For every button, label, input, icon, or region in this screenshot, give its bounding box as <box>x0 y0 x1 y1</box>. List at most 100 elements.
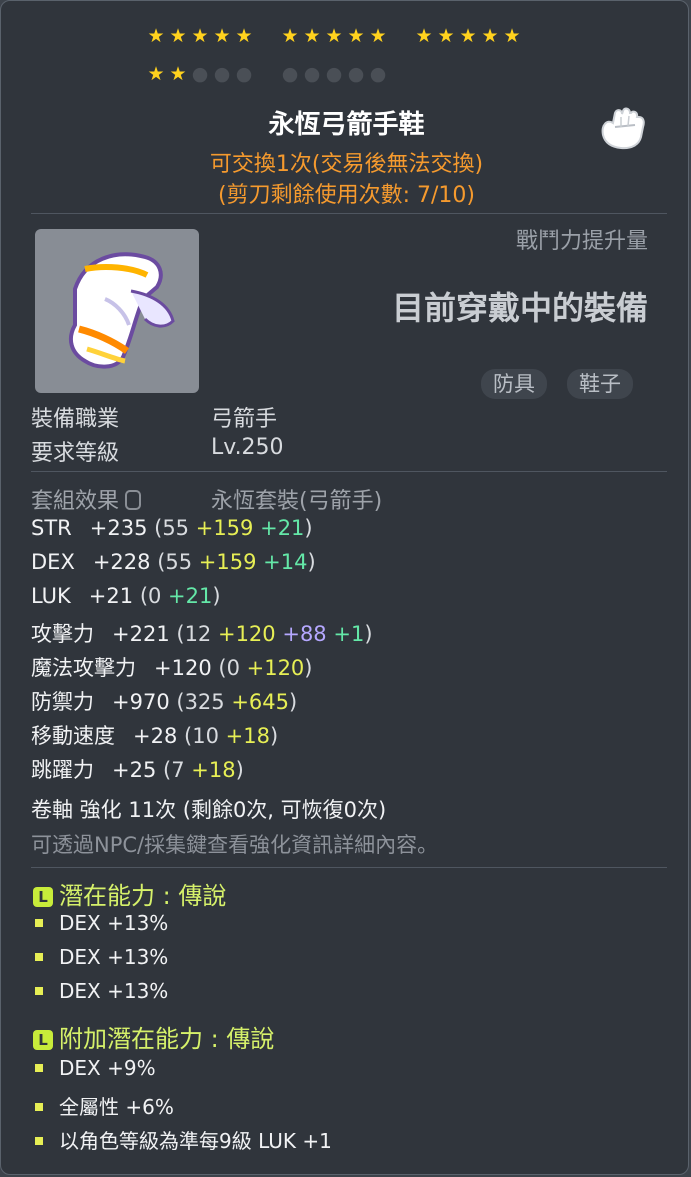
potential-line-text: DEX +13% <box>59 911 169 935</box>
potential-line: DEX +13% <box>35 945 168 969</box>
star-filled-icon: ★ <box>147 63 165 85</box>
bonus-potential-line-text: 以角色等級為準每9級 LUK +1 <box>59 1129 332 1153</box>
stat-breakdown-part: (0 <box>139 584 169 608</box>
stat-total: +970 <box>112 690 170 714</box>
npc-note: 可透過NPC/採集鍵查看強化資訊詳細內容。 <box>31 833 439 857</box>
star-group: ★ ★ ★ ★ ★ <box>147 25 253 47</box>
stat-row: LUK +21 (0 +21) <box>31 584 221 608</box>
tag-shoes: 鞋子 <box>567 369 633 399</box>
stat-row: 跳躍力 +25 (7 +18) <box>31 754 244 784</box>
star-filled-icon: ★ <box>213 25 231 47</box>
potential-line-text: DEX +13% <box>59 979 169 1003</box>
bullet-icon <box>35 1103 43 1111</box>
stat-row: 魔法攻擊力 +120 (0 +120) <box>31 652 313 682</box>
star-filled-icon: ★ <box>147 25 165 47</box>
star-empty-icon: ● <box>325 63 343 85</box>
star-group: ★ ★ ● ● ● <box>147 63 253 85</box>
bonus-potential-line-text: DEX +9% <box>59 1056 156 1080</box>
stat-breakdown-part: +18 <box>191 758 236 782</box>
item-image-frame <box>35 229 199 393</box>
stat-breakdown-part: ) <box>304 656 313 680</box>
stat-breakdown-part: ) <box>307 550 316 574</box>
bonus-potential-line: 全屬性 +6% <box>35 1091 174 1120</box>
bullet-icon <box>35 953 43 961</box>
set-effect-key: 套組效果 <box>31 489 120 514</box>
divider <box>31 867 667 868</box>
requirement-job: 裝備職業 弓箭手 <box>31 401 277 433</box>
potential-line: DEX +13% <box>35 979 168 1003</box>
star-empty-icon: ● <box>303 63 321 85</box>
bonus-potential-title: 附加潛在能力 : 傳說 <box>59 1025 275 1053</box>
item-shoe-icon <box>68 252 175 369</box>
stat-total: +28 <box>133 724 178 748</box>
stat-breakdown-part: ) <box>289 690 298 714</box>
stat-breakdown-part: (325 <box>176 690 232 714</box>
scissor-note: (剪刀剩餘使用次數: 7/10) <box>218 183 475 208</box>
potential-header: L 潛在能力 : 傳說 <box>33 876 226 911</box>
glove-icon[interactable] <box>597 105 651 153</box>
requirement-job-value: 弓箭手 <box>211 407 278 432</box>
stat-breakdown-part: ) <box>212 584 221 608</box>
scroll-upgrade-line: 卷軸 強化 11次 (剩餘0次, 可恢復0次) <box>31 798 387 822</box>
combat-power-label: 戰鬥力提升量 <box>515 229 648 254</box>
star-group: ★ ★ ★ ★ ★ <box>281 27 387 46</box>
potential-title: 潛在能力 : 傳說 <box>59 882 227 910</box>
stat-name: 移動速度 <box>31 724 115 748</box>
requirement-job-key: 裝備職業 <box>31 407 120 432</box>
stat-total: +21 <box>88 584 134 608</box>
stat-name: LUK <box>31 584 71 608</box>
tag-armor: 防具 <box>481 369 547 399</box>
bullet-icon <box>35 919 43 927</box>
equipped-label: 目前穿戴中的裝備 <box>391 289 648 327</box>
star-group: ● ● ● ● ● <box>281 63 387 85</box>
set-effect-row[interactable]: 套組效果 永恆套裝(弓箭手) <box>31 483 382 515</box>
star-empty-icon: ● <box>235 63 253 85</box>
stat-row: 攻擊力 +221 (12 +120 +88 +1) <box>31 618 373 648</box>
stat-breakdown-part: +159 <box>195 516 254 540</box>
legendary-badge-icon: L <box>33 1030 53 1050</box>
stat-name: 跳躍力 <box>31 758 94 782</box>
bonus-potential-line: DEX +9% <box>35 1056 156 1080</box>
stat-row: DEX +228 (55 +159 +14) <box>31 550 316 574</box>
star-force-row-2: ★ ★ ● ● ● ● ● ● ● ● <box>147 63 387 85</box>
stat-breakdown-part: ) <box>304 516 313 540</box>
stat-breakdown-part: +88 <box>282 622 327 646</box>
bullet-icon <box>35 987 43 995</box>
star-empty-icon: ● <box>347 63 365 85</box>
star-empty-icon: ● <box>369 63 387 85</box>
stat-row: 防禦力 +970 (325 +645) <box>31 686 297 716</box>
stat-total: +120 <box>154 656 212 680</box>
stat-breakdown-part: (55 <box>157 550 199 574</box>
star-filled-icon: ★ <box>459 25 477 47</box>
stat-breakdown-part: +120 <box>246 656 305 680</box>
star-filled-icon: ★ <box>191 25 209 47</box>
stat-breakdown-part: +120 <box>217 622 276 646</box>
stat-total: +221 <box>112 622 170 646</box>
stat-breakdown-part: ) <box>269 724 279 748</box>
set-effect-value: 永恆套裝(弓箭手) <box>211 489 383 514</box>
stat-breakdown-part: +159 <box>198 550 257 574</box>
star-filled-icon: ★ <box>481 25 499 47</box>
stat-breakdown-part: (0 <box>218 656 247 680</box>
stat-breakdown-part: +1 <box>333 622 365 646</box>
star-filled-icon: ★ <box>503 25 521 47</box>
stat-name: 攻擊力 <box>31 622 94 646</box>
stat-total: +25 <box>112 758 157 782</box>
bullet-icon <box>35 1137 43 1145</box>
star-empty-icon: ● <box>213 63 231 85</box>
star-empty-icon: ● <box>191 63 209 85</box>
divider <box>31 471 667 472</box>
bonus-potential-line: 以角色等級為準每9級 LUK +1 <box>35 1125 332 1154</box>
stat-breakdown-part: ) <box>364 622 373 646</box>
trade-note: 可交換1次(交易後無法交換) <box>209 152 484 177</box>
star-filled-icon: ★ <box>169 63 187 85</box>
requirement-level: 要求等級 Lv.250 <box>31 435 284 467</box>
stat-name: DEX <box>31 550 75 574</box>
stat-breakdown-part: +21 <box>260 516 305 540</box>
stat-breakdown-part: +645 <box>231 690 290 714</box>
stat-total: +235 <box>89 516 148 540</box>
item-name: 永恆弓箭手鞋 <box>268 110 425 140</box>
